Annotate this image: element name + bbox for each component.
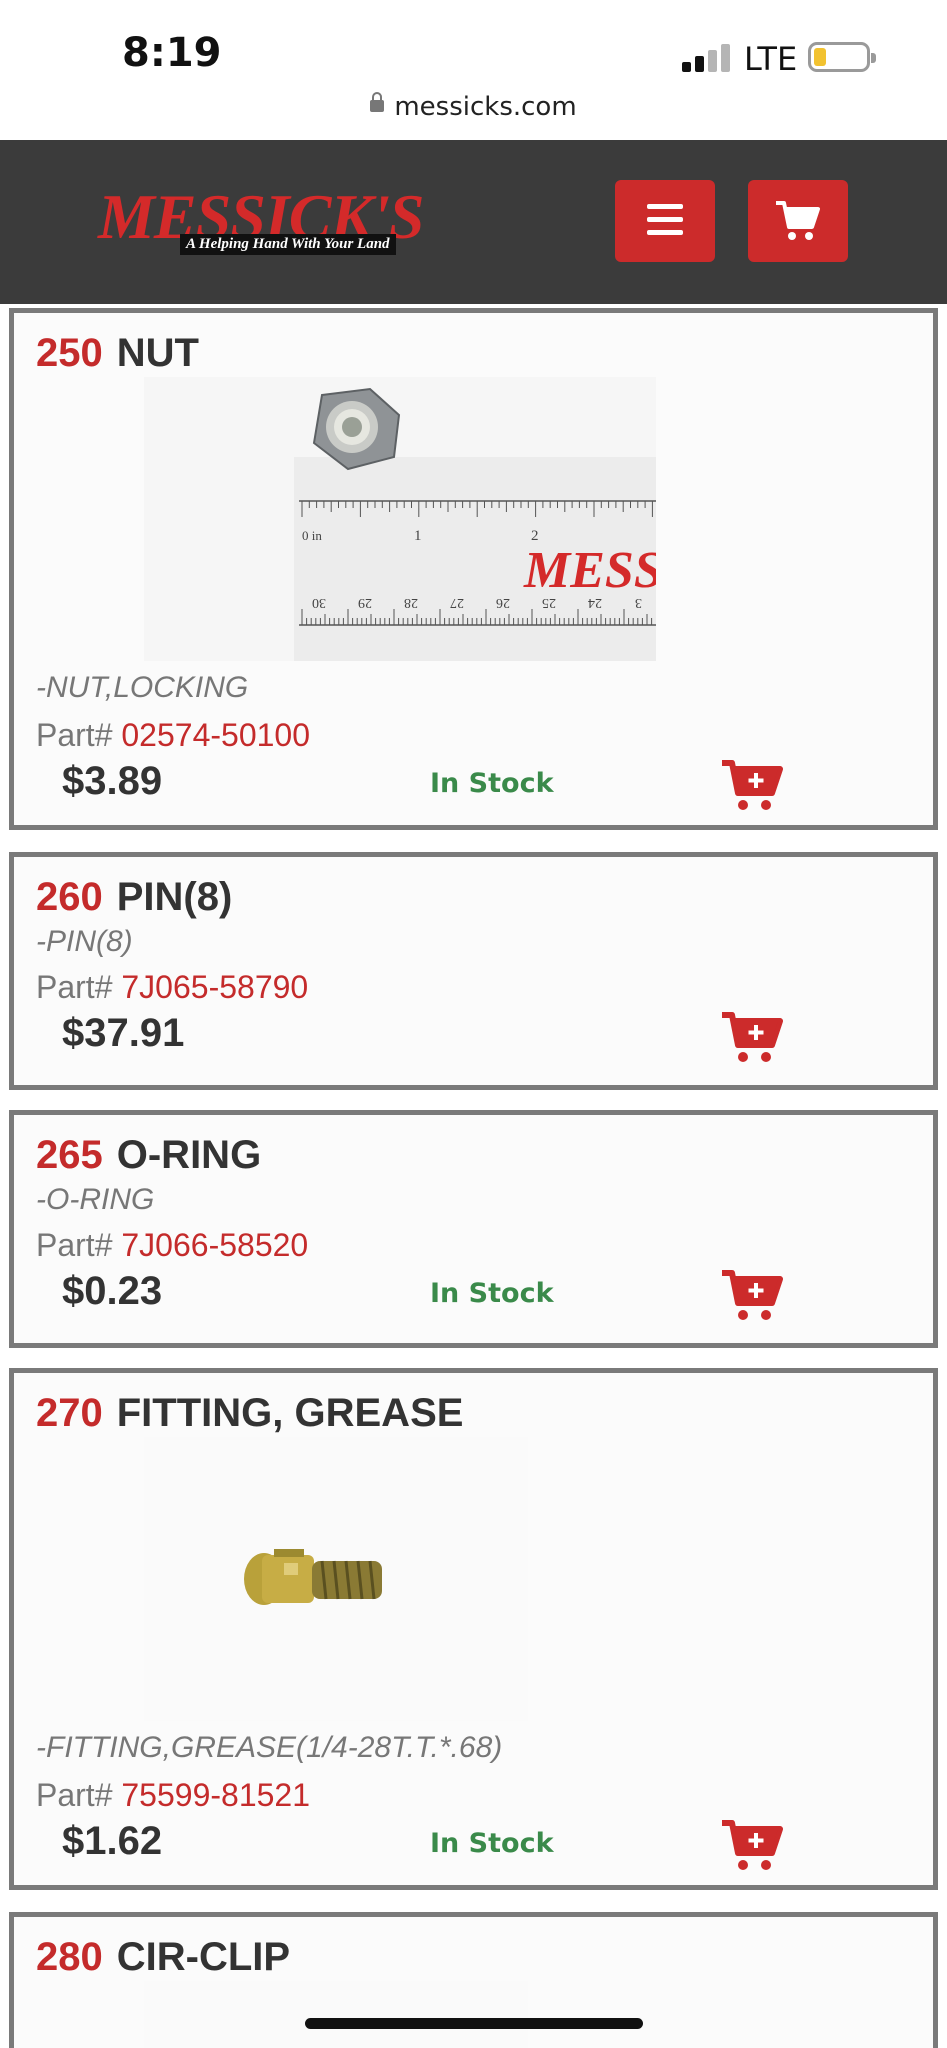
ref-number: 270 (36, 1391, 103, 1435)
svg-text:29: 29 (358, 595, 372, 610)
part-title[interactable]: 265 O-RING (36, 1133, 261, 1178)
stock-status: In Stock (430, 768, 554, 799)
svg-text:26: 26 (496, 595, 510, 610)
part-card: 260 PIN(8) -PIN(8) Part# 7J065-58790 $37.… (9, 852, 938, 1090)
part-description: -PIN(8) (36, 925, 133, 958)
part-title[interactable]: 260 PIN(8) (36, 875, 232, 920)
part-prefix: Part# (36, 1227, 113, 1263)
part-number[interactable]: 7J065-58790 (121, 969, 308, 1005)
site-header: MESSICK'S A Helping Hand With Your Land (0, 140, 947, 304)
part-prefix: Part# (36, 1777, 113, 1813)
address-bar[interactable]: messicks.com (0, 91, 947, 122)
clock: 8:19 (122, 30, 222, 76)
cart-icon (776, 201, 820, 240)
part-prefix: Part# (36, 717, 113, 753)
stock-status: In Stock (430, 1828, 554, 1859)
ref-number: 260 (36, 875, 103, 919)
menu-button[interactable] (615, 180, 715, 262)
ref-number: 280 (36, 1935, 103, 1979)
status-bar: 8:19 LTE messicks.com (0, 0, 947, 140)
part-description: -O-RING (36, 1183, 155, 1216)
lock-icon (370, 91, 385, 112)
ref-number: 250 (36, 331, 103, 375)
svg-text:3: 3 (635, 595, 642, 610)
signal-icon (682, 44, 734, 72)
part-title[interactable]: 250 NUT (36, 331, 199, 376)
part-title[interactable]: 270 FITTING, GREASE (36, 1391, 463, 1436)
logo-tagline: A Helping Hand With Your Land (180, 234, 396, 255)
home-indicator[interactable] (305, 2018, 643, 2029)
price: $1.62 (62, 1819, 163, 1863)
part-name: NUT (116, 331, 199, 375)
part-prefix: Part# (36, 969, 113, 1005)
product-image-cir-clip[interactable] (144, 1981, 528, 2048)
add-to-cart-icon[interactable] (720, 757, 784, 813)
url-text: messicks.com (394, 92, 577, 122)
part-number-line: Part# 02574-50100 (36, 717, 310, 754)
add-to-cart-icon[interactable] (720, 1009, 784, 1065)
svg-text:28: 28 (404, 595, 418, 610)
ref-number: 265 (36, 1133, 103, 1177)
part-title[interactable]: 280 CIR-CLIP (36, 1935, 290, 1980)
part-description: -NUT,LOCKING (36, 671, 249, 704)
battery-icon (808, 42, 876, 72)
part-name: O-RING (116, 1133, 262, 1177)
cart-button[interactable] (748, 180, 848, 262)
svg-text:25: 25 (542, 595, 556, 610)
hamburger-icon (647, 204, 683, 236)
part-card: 270 FITTING, GREASE -FITTING,GREASE(1/4-2 (9, 1368, 938, 1890)
add-to-cart-icon[interactable] (720, 1267, 784, 1323)
part-card: 265 O-RING -O-RING Part# 7J066-58520 $0.2… (9, 1110, 938, 1348)
price: $37.91 (62, 1011, 185, 1055)
part-name: CIR-CLIP (116, 1935, 291, 1979)
add-to-cart-icon[interactable] (720, 1817, 784, 1873)
svg-text:24: 24 (588, 595, 602, 610)
stock-status: In Stock (430, 1278, 554, 1309)
svg-text:0 in: 0 in (302, 528, 322, 543)
messicks-logo[interactable]: MESSICK'S A Helping Hand With Your Land (98, 180, 438, 264)
parts-list: 250 NUT 0 in 1 2 MESS 30 29 28 27 26 25 … (0, 304, 947, 2048)
part-number-line: Part# 75599-81521 (36, 1777, 310, 1814)
svg-text:30: 30 (312, 595, 326, 610)
svg-text:27: 27 (450, 595, 464, 610)
svg-text:1: 1 (414, 528, 422, 544)
part-description: -FITTING,GREASE(1/4-28T.T.*.68) (36, 1731, 503, 1764)
part-number[interactable]: 75599-81521 (121, 1777, 310, 1813)
network-type: LTE (744, 40, 798, 78)
product-image-nut[interactable]: 0 in 1 2 MESS 30 29 28 27 26 25 24 3 (144, 377, 656, 661)
part-number[interactable]: 7J066-58520 (121, 1227, 308, 1263)
part-number[interactable]: 02574-50100 (121, 717, 310, 753)
part-name: PIN(8) (116, 875, 233, 919)
svg-text:MESS: MESS (523, 542, 656, 599)
part-name: FITTING, GREASE (116, 1391, 464, 1435)
part-card: 250 NUT 0 in 1 2 MESS 30 29 28 27 26 25 … (9, 308, 938, 830)
part-number-line: Part# 7J065-58790 (36, 969, 308, 1006)
product-image-grease-fitting[interactable] (144, 1437, 528, 1721)
part-number-line: Part# 7J066-58520 (36, 1227, 308, 1264)
price: $0.23 (62, 1269, 163, 1313)
price: $3.89 (62, 759, 163, 803)
